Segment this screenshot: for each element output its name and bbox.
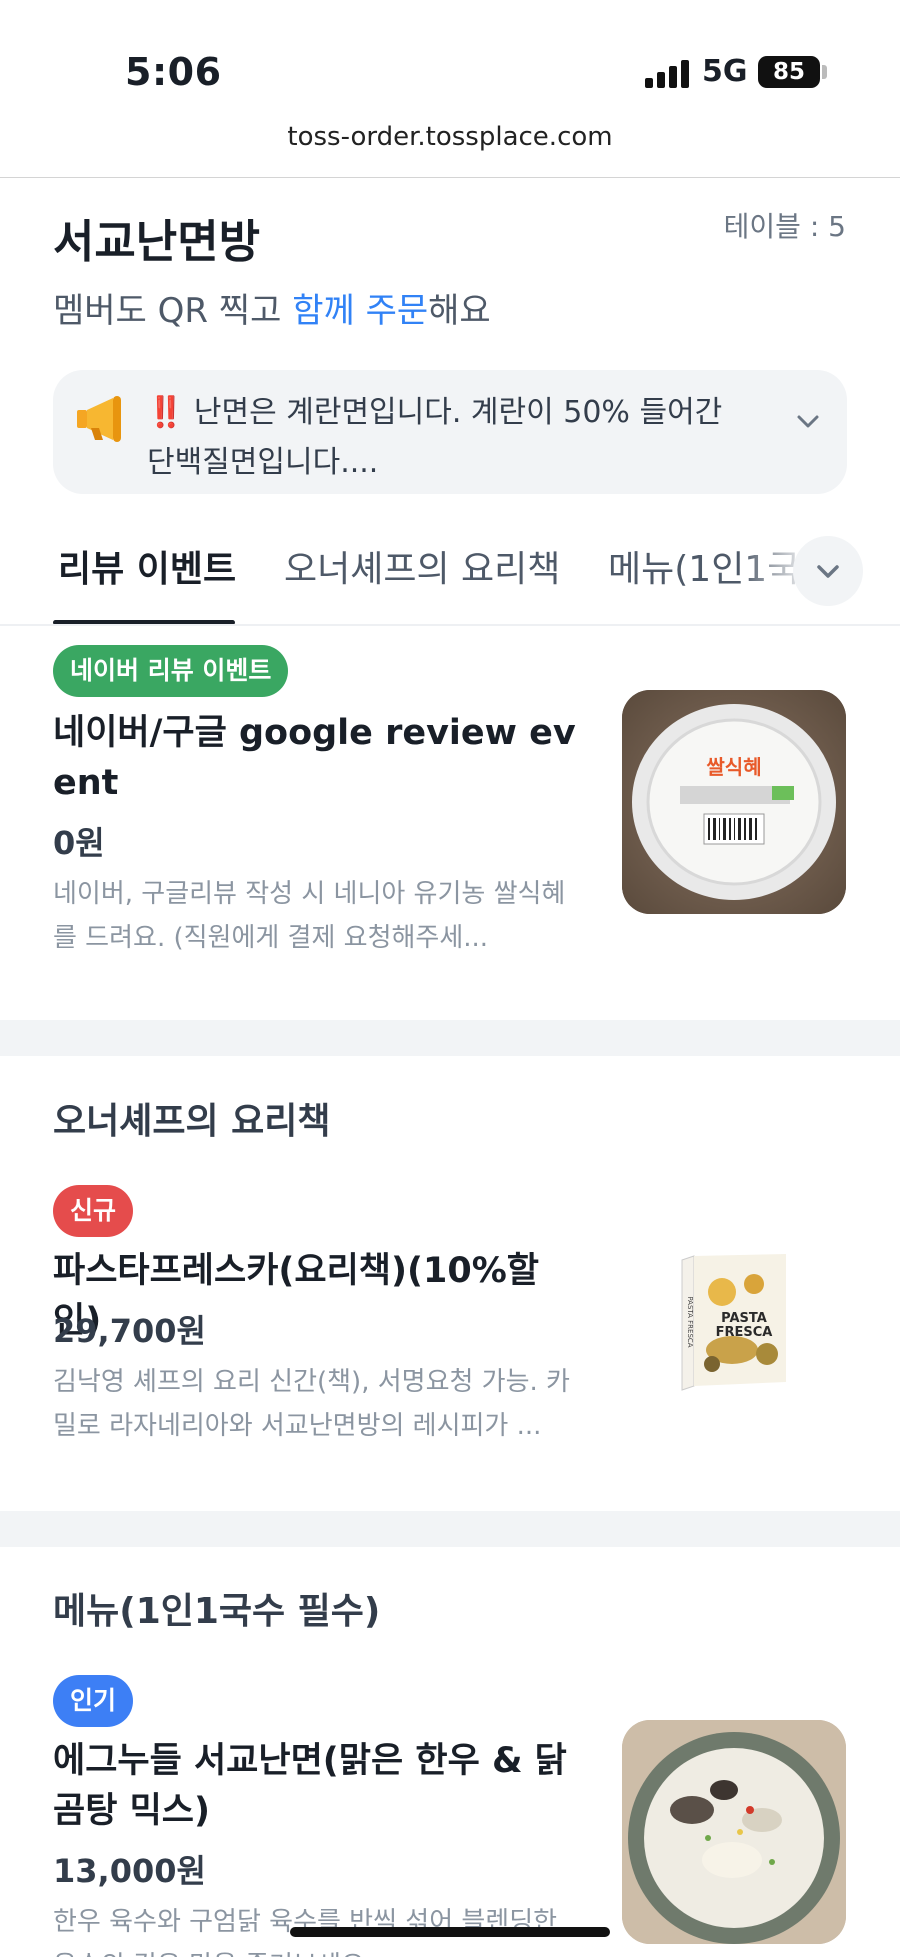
- tabs-expand-button[interactable]: [793, 536, 863, 606]
- subtitle-highlight[interactable]: 함께 주문: [292, 291, 428, 331]
- battery-tip: [822, 65, 827, 79]
- item-price: 13,000원: [53, 1852, 206, 1890]
- section-title-cookbook: 오너셰프의 요리책: [53, 1101, 331, 1142]
- tab-review-event[interactable]: 리뷰 이벤트: [58, 540, 236, 592]
- notice-message: 난면은 계란면입니다. 계란이 50% 들어간 단백질면입니다....: [147, 395, 723, 480]
- tab-cookbook[interactable]: 오너셰프의 요리책: [284, 540, 560, 592]
- sikhye-product-image: 쌀식혜: [622, 690, 846, 914]
- group-order-subtitle: 멤버도 QR 찍고 함께 주문해요: [53, 283, 491, 332]
- cookbook-product-image: PASTA FRESCA PASTA FRESCA: [622, 1222, 846, 1446]
- battery-level: 85: [772, 59, 805, 85]
- chevron-down-icon[interactable]: [793, 406, 823, 436]
- chevron-down-icon: [817, 565, 839, 578]
- section-title-menu: 메뉴(1인1국수 필수): [53, 1591, 381, 1632]
- battery-icon: 85: [758, 56, 820, 88]
- item-price: 29,700원: [53, 1312, 206, 1350]
- subtitle-suffix: 해요: [428, 291, 491, 331]
- cellular-signal-icon: [645, 60, 689, 88]
- megaphone-icon: [77, 396, 121, 442]
- notice-banner[interactable]: ‼️ 난면은 계란면입니다. 계란이 50% 들어간 단백질면입니다....: [53, 370, 847, 494]
- url-bar[interactable]: toss-order.tossplace.com: [0, 122, 900, 152]
- item-description: 네이버, 구글리뷰 작성 시 네니아 유기농 쌀식혜를 드려요. (직원에게 결…: [53, 879, 566, 953]
- item-price: 0원: [53, 824, 105, 862]
- cookbook-cover-title: PASTA FRESCA: [716, 1311, 773, 1340]
- network-type: 5G: [702, 54, 748, 89]
- status-time: 5:06: [125, 50, 222, 94]
- table-number: 테이블 : 5: [723, 210, 846, 243]
- item-name: 네이버/구글 google review event: [53, 713, 576, 803]
- badge-popular: 인기: [53, 1675, 134, 1727]
- status-bar: 5:06 5G 85: [0, 0, 900, 120]
- section-separator: [0, 1511, 900, 1547]
- notice-text: ‼️ 난면은 계란면입니다. 계란이 50% 들어간 단백질면입니다....: [147, 388, 747, 488]
- item-name: 에그누들 서교난면(맑은 한우 & 닭곰탕 믹스): [53, 1741, 567, 1831]
- store-name: 서교난면방: [53, 215, 261, 268]
- active-tab-indicator: [53, 620, 235, 624]
- noodle-dish-image: [622, 1720, 846, 1944]
- exclamation-icon: ‼️: [147, 395, 185, 430]
- subtitle-prefix: 멤버도 QR 찍고: [53, 291, 293, 331]
- divider: [0, 177, 900, 178]
- sikhye-label: 쌀식혜: [706, 755, 761, 779]
- section-separator: [0, 1020, 900, 1056]
- home-indicator: [290, 1927, 610, 1937]
- item-description: 김낙영 셰프의 요리 신간(책), 서명요청 가능. 카밀로 라자네리아와 서교…: [53, 1367, 570, 1441]
- badge-naver-review: 네이버 리뷰 이벤트: [53, 645, 289, 697]
- category-tabs: 리뷰 이벤트 오너셰프의 요리책 메뉴(1인1국수 필수): [0, 520, 900, 626]
- badge-new: 신규: [53, 1185, 134, 1237]
- cookbook-spine-text: PASTA FRESCA: [686, 1296, 694, 1347]
